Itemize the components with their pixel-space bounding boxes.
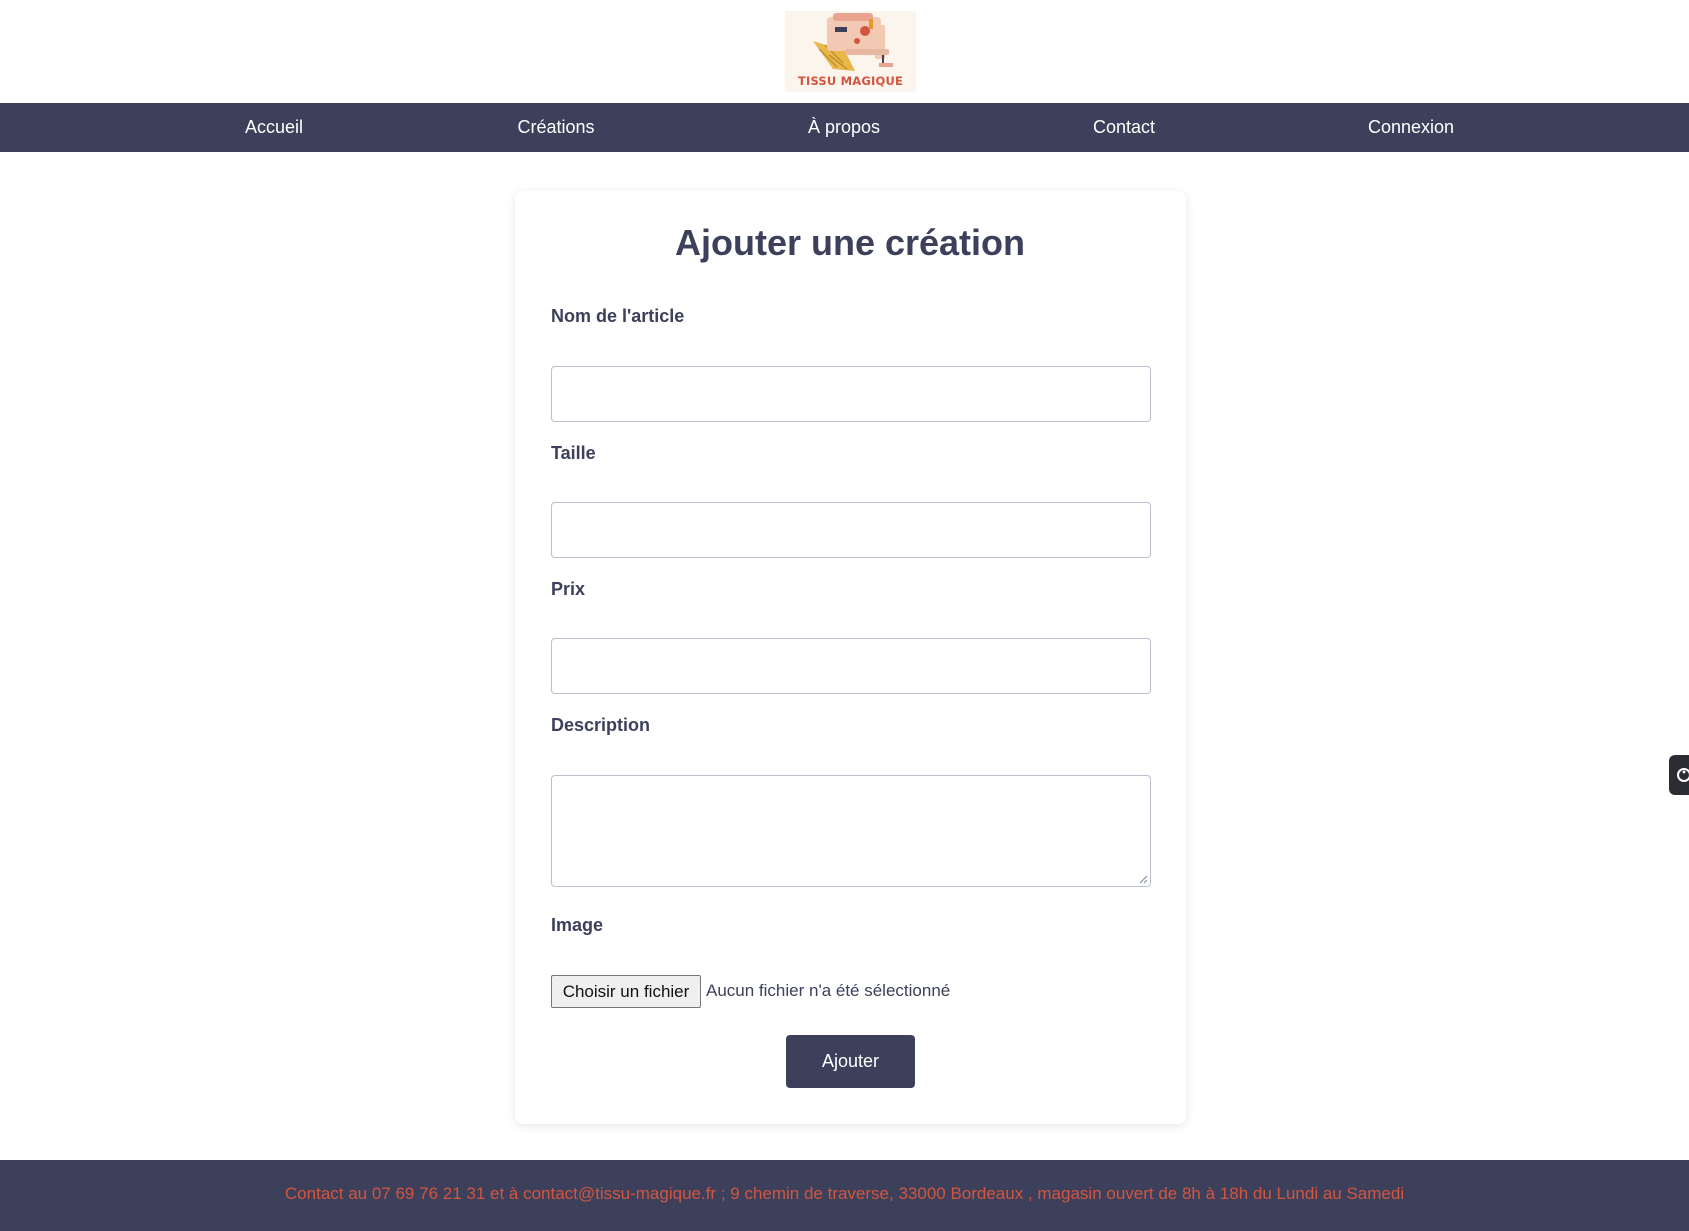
description-textarea[interactable] <box>551 775 1151 887</box>
image-label: Image <box>551 915 604 935</box>
file-status-text: Aucun fichier n'a été sélectionné <box>706 981 951 1000</box>
site-logo[interactable]: TISSU MAGIQUE <box>785 11 916 92</box>
main-nav: Accueil Créations À propos Contact Conne… <box>0 103 1689 152</box>
nav-item-accueil[interactable]: Accueil <box>245 103 303 152</box>
header: TISSU MAGIQUE <box>0 0 1689 103</box>
sewing-machine-logo-icon <box>813 13 893 71</box>
name-input[interactable] <box>551 366 1151 422</box>
nav-item-creations[interactable]: Créations <box>517 103 594 152</box>
description-label: Description <box>551 715 651 735</box>
accessibility-icon <box>1677 768 1689 782</box>
nav-item-a-propos[interactable]: À propos <box>808 103 880 152</box>
submit-button[interactable]: Ajouter <box>786 1035 915 1088</box>
price-label: Prix <box>551 579 586 599</box>
logo-text: TISSU MAGIQUE <box>797 74 904 88</box>
price-input[interactable] <box>551 638 1151 694</box>
footer-contact-text: Contact au 07 69 76 21 31 et à contact@t… <box>284 1184 1405 1203</box>
name-label: Nom de l'article <box>551 306 685 326</box>
nav-item-connexion[interactable]: Connexion <box>1368 103 1454 152</box>
size-label: Taille <box>551 443 596 463</box>
nav-item-contact[interactable]: Contact <box>1093 103 1155 152</box>
footer: Contact au 07 69 76 21 31 et à contact@t… <box>0 1160 1689 1231</box>
size-input[interactable] <box>551 502 1151 558</box>
choose-file-button[interactable]: Choisir un fichier <box>551 975 701 1008</box>
page-title: Ajouter une création <box>674 222 1026 263</box>
accessibility-widget[interactable] <box>1669 755 1689 795</box>
resize-grip-icon[interactable] <box>1138 874 1148 884</box>
